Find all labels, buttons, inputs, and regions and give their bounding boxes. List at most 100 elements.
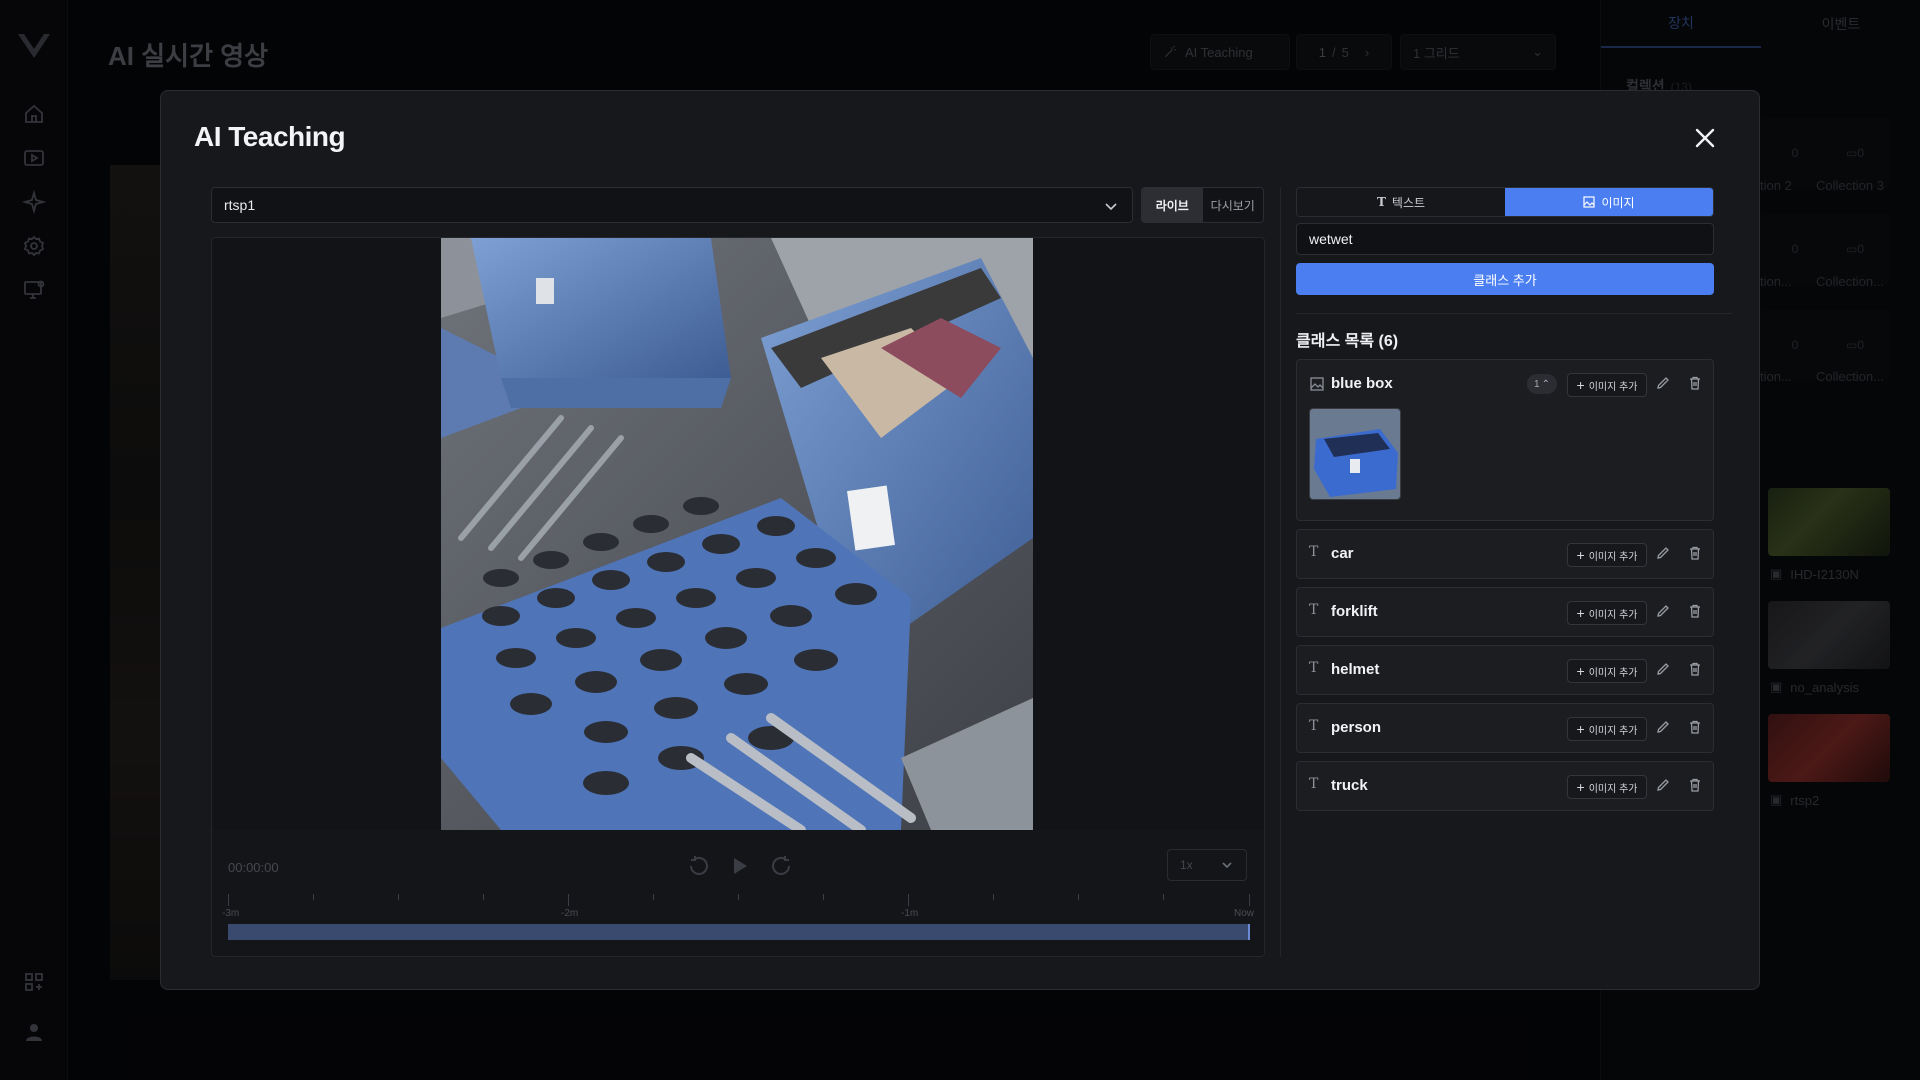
stream-select[interactable]: rtsp1: [211, 187, 1133, 223]
add-image-label: 이미지 추가: [1588, 783, 1638, 795]
add-image-button[interactable]: + 이미지 추가: [1567, 659, 1647, 683]
timeline-tick: [908, 894, 909, 906]
add-class-button[interactable]: 클래스 추가: [1296, 263, 1714, 295]
text-type-icon: T: [1309, 602, 1319, 618]
rewind-icon[interactable]: [687, 854, 711, 878]
add-image-button[interactable]: + 이미지 추가: [1567, 543, 1647, 567]
class-type-toggle: T 텍스트 이미지: [1296, 187, 1714, 217]
timeline-playhead[interactable]: [1248, 924, 1250, 940]
class-name: person: [1331, 719, 1382, 736]
timeline-label: -2m: [561, 908, 579, 919]
edit-icon[interactable]: [1655, 661, 1671, 677]
add-image-label: 이미지 추가: [1588, 667, 1638, 679]
playback-time: 00:00:00: [228, 860, 279, 875]
chevron-up-icon: ⌃: [1541, 378, 1550, 390]
stream-select-value: rtsp1: [224, 197, 256, 213]
edit-icon[interactable]: [1655, 719, 1671, 735]
forward-icon[interactable]: [769, 854, 793, 878]
class-card-header: T car + 이미지 추가: [1297, 530, 1715, 578]
ai-teaching-modal: AI Teaching rtsp1 라이브 다시보기 00:00:00 1x -…: [160, 90, 1760, 990]
play-icon[interactable]: [727, 854, 751, 878]
tab-replay[interactable]: 다시보기: [1202, 188, 1263, 222]
timeline-tick: [483, 894, 484, 900]
tab-image-label: 이미지: [1601, 195, 1635, 210]
class-card-header: blue box 1 ⌃ + 이미지 추가: [1297, 360, 1715, 408]
timeline[interactable]: -3m -2m -1m Now: [222, 894, 1254, 954]
add-image-button[interactable]: + 이미지 추가: [1567, 601, 1647, 625]
trash-icon[interactable]: [1687, 375, 1703, 391]
edit-icon[interactable]: [1655, 375, 1671, 391]
edit-icon[interactable]: [1655, 777, 1671, 793]
timeline-label: -3m: [222, 908, 240, 919]
class-list-title: 클래스 목록 (6): [1296, 333, 1399, 350]
timeline-tick: [823, 894, 824, 900]
add-image-label: 이미지 추가: [1588, 381, 1638, 393]
text-type-icon: T: [1309, 660, 1319, 676]
timeline-tick: [653, 894, 654, 900]
timeline-tick: [1078, 894, 1079, 900]
edit-icon[interactable]: [1655, 545, 1671, 561]
trash-icon[interactable]: [1687, 545, 1703, 561]
tab-live[interactable]: 라이브: [1142, 188, 1203, 222]
plus-icon: +: [1576, 377, 1585, 393]
chevron-down-icon: [1105, 203, 1117, 211]
text-type-icon: T: [1309, 544, 1319, 560]
image-icon: [1583, 196, 1596, 208]
image-count-badge[interactable]: 1 ⌃: [1527, 374, 1557, 394]
video-frame[interactable]: [441, 238, 1033, 830]
text-type-icon: T: [1309, 718, 1319, 734]
class-name-input[interactable]: wetwet: [1296, 223, 1714, 255]
class-card: T truck + 이미지 추가: [1296, 761, 1714, 811]
plus-icon: +: [1576, 721, 1585, 737]
timeline-tick: [228, 894, 229, 906]
class-name: car: [1331, 545, 1354, 562]
add-image-label: 이미지 추가: [1588, 609, 1638, 621]
modal-title: AI Teaching: [194, 121, 346, 152]
class-card-header: T person + 이미지 추가: [1297, 704, 1715, 752]
text-type-icon: T: [1309, 776, 1319, 792]
tab-image[interactable]: 이미지: [1505, 188, 1713, 216]
tab-text[interactable]: T 텍스트: [1297, 188, 1505, 216]
class-image-thumbnail[interactable]: [1309, 408, 1401, 500]
timeline-tick: [1249, 894, 1250, 906]
plus-icon: +: [1576, 605, 1585, 621]
chevron-down-icon: [1222, 862, 1232, 869]
timeline-tick: [993, 894, 994, 900]
trash-icon[interactable]: [1687, 603, 1703, 619]
edit-icon[interactable]: [1655, 603, 1671, 619]
timeline-label: Now: [1234, 908, 1255, 919]
class-card: T car + 이미지 추가: [1296, 529, 1714, 579]
speed-select[interactable]: 1x: [1167, 849, 1247, 881]
panel-divider: [1280, 187, 1281, 957]
image-count: 1: [1534, 378, 1540, 390]
class-card-header: T helmet + 이미지 추가: [1297, 646, 1715, 694]
class-name: helmet: [1331, 661, 1380, 678]
class-card: T helmet + 이미지 추가: [1296, 645, 1714, 695]
player-controls: 00:00:00 1x -3m -2m -1m Now: [212, 830, 1264, 956]
blue-box-image: [1310, 409, 1400, 499]
timeline-tick: [738, 894, 739, 900]
timeline-tick: [398, 894, 399, 900]
timeline-bar[interactable]: [228, 924, 1250, 940]
add-image-button[interactable]: + 이미지 추가: [1567, 717, 1647, 741]
add-image-label: 이미지 추가: [1588, 551, 1638, 563]
plus-icon: +: [1576, 663, 1585, 679]
add-image-button[interactable]: + 이미지 추가: [1567, 775, 1647, 799]
class-name: forklift: [1331, 603, 1378, 620]
trash-icon[interactable]: [1687, 719, 1703, 735]
close-icon[interactable]: [1690, 123, 1720, 153]
conveyor-scene-image: [441, 238, 1033, 830]
timeline-label: -1m: [901, 908, 919, 919]
tab-text-label: 텍스트: [1391, 195, 1426, 210]
trash-icon[interactable]: [1687, 777, 1703, 793]
add-image-button[interactable]: + 이미지 추가: [1567, 373, 1647, 397]
trash-icon[interactable]: [1687, 661, 1703, 677]
speed-value: 1x: [1180, 858, 1193, 872]
separator: [1296, 313, 1732, 314]
timeline-tick: [568, 894, 569, 906]
text-type-icon: T: [1376, 195, 1386, 209]
image-type-icon: [1310, 377, 1324, 391]
timeline-tick: [1163, 894, 1164, 900]
class-card: T forklift + 이미지 추가: [1296, 587, 1714, 637]
class-name: blue box: [1331, 375, 1393, 392]
